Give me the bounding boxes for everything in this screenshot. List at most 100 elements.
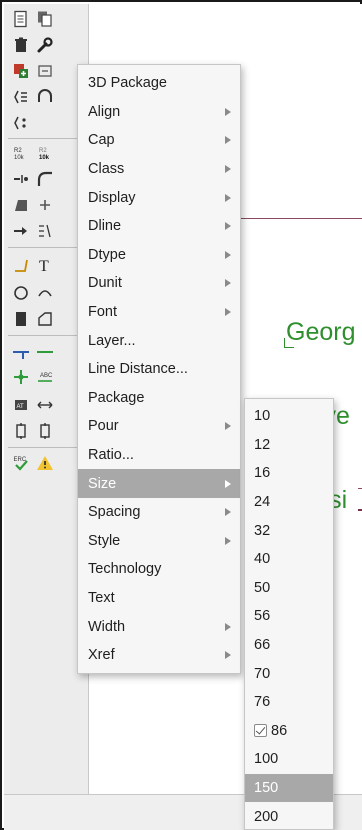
menu-item-xref[interactable]: Xref: [78, 641, 240, 670]
menu-item-size[interactable]: Size: [78, 469, 240, 498]
add-part-icon[interactable]: [10, 60, 32, 82]
submenu-arrow-icon: [225, 222, 231, 231]
size-option-10[interactable]: 10: [245, 402, 333, 431]
menu-item-label: Width: [88, 618, 126, 635]
menu-item-font[interactable]: Font: [78, 298, 240, 327]
menu-item-spacing[interactable]: Spacing: [78, 498, 240, 527]
size-option-label: 56: [254, 608, 271, 625]
menu-item-label: Cap: [88, 132, 115, 149]
attribute-icon[interactable]: AT: [10, 394, 32, 416]
menu-item-pour[interactable]: Pour: [78, 412, 240, 441]
gateswap-icon[interactable]: [34, 86, 56, 108]
miter-icon[interactable]: [34, 168, 56, 190]
junction-icon[interactable]: [10, 366, 32, 388]
mirror-icon[interactable]: [10, 168, 32, 190]
size-option-label: 200: [254, 808, 279, 825]
size-option-label: 76: [254, 694, 271, 711]
frame-icon[interactable]: [10, 420, 32, 442]
size-submenu: 10 12 16 24 32 40 50 56 66 70 76 86 100 150 200: [244, 398, 334, 830]
net-icon[interactable]: [10, 340, 32, 362]
menu-item-label: Line Distance...: [88, 361, 188, 378]
pinswap-icon[interactable]: [10, 86, 32, 108]
dimension-icon[interactable]: [34, 394, 56, 416]
size-option-70[interactable]: 70: [245, 659, 333, 688]
menu-item-layer[interactable]: Layer...: [78, 326, 240, 355]
text-icon[interactable]: T: [34, 254, 56, 276]
size-option-label: 70: [254, 665, 271, 682]
move-icon[interactable]: [10, 220, 32, 242]
bus-icon[interactable]: [34, 340, 56, 362]
split-icon[interactable]: [10, 194, 32, 216]
menu-item-label: Dline: [88, 218, 122, 235]
menu-item-dtype[interactable]: Dtype: [78, 241, 240, 270]
menu-item-dline[interactable]: Dline: [78, 212, 240, 241]
size-option-32[interactable]: 32: [245, 516, 333, 545]
svg-text:T: T: [39, 258, 49, 274]
menu-item-label: Dunit: [88, 275, 122, 292]
size-option-16[interactable]: 16: [245, 459, 333, 488]
frame2-icon[interactable]: [34, 420, 56, 442]
size-option-76[interactable]: 76: [245, 688, 333, 717]
menu-item-text[interactable]: Text: [78, 584, 240, 613]
menu-item-cap[interactable]: Cap: [78, 126, 240, 155]
add-icon[interactable]: [34, 194, 56, 216]
size-option-24[interactable]: 24: [245, 488, 333, 517]
size-option-100[interactable]: 100: [245, 745, 333, 774]
submenu-arrow-icon: [225, 479, 231, 488]
delete-icon[interactable]: [10, 34, 32, 56]
size-option-label: 32: [254, 522, 271, 539]
menu-item-label: Text: [88, 590, 115, 607]
value-label-icon[interactable]: R2 10k: [34, 142, 56, 164]
warning-icon[interactable]: [34, 452, 56, 474]
menu-item-label: Spacing: [88, 504, 141, 521]
svg-text:ABC: ABC: [40, 373, 53, 379]
change-label-icon[interactable]: R2 10k: [10, 142, 32, 164]
rect-icon[interactable]: [10, 308, 32, 330]
size-option-40[interactable]: 40: [245, 545, 333, 574]
menu-item-label: Xref: [88, 647, 115, 664]
submenu-arrow-icon: [225, 193, 231, 202]
menu-item-ratio[interactable]: Ratio...: [78, 441, 240, 470]
wrench-icon[interactable]: [34, 34, 56, 56]
svg-text:10k: 10k: [39, 155, 50, 161]
frame-border-line: [358, 509, 362, 511]
menu-item-3d-package[interactable]: 3D Package: [78, 69, 240, 98]
size-option-66[interactable]: 66: [245, 631, 333, 660]
submenu-arrow-icon: [225, 250, 231, 259]
arc-icon[interactable]: [34, 282, 56, 304]
size-option-12[interactable]: 12: [245, 431, 333, 460]
size-option-label: 100: [254, 751, 279, 768]
size-option-label: 40: [254, 551, 271, 568]
label-icon[interactable]: ABC: [34, 366, 56, 388]
submenu-arrow-icon: [225, 536, 231, 545]
menu-item-package[interactable]: Package: [78, 384, 240, 413]
wire-icon[interactable]: [10, 254, 32, 276]
menu-item-style[interactable]: Style: [78, 527, 240, 556]
circle-icon[interactable]: [10, 282, 32, 304]
polygon-icon[interactable]: [34, 308, 56, 330]
text-origin-marker: [284, 338, 294, 348]
size-option-86[interactable]: 86: [245, 717, 333, 746]
menu-item-label: Package: [88, 389, 145, 406]
replace-icon[interactable]: [34, 60, 56, 82]
toolbar-divider: [8, 138, 82, 139]
menu-item-technology[interactable]: Technology: [78, 555, 240, 584]
menu-item-align[interactable]: Align: [78, 98, 240, 127]
menu-item-label: Technology: [88, 561, 162, 578]
menu-item-class[interactable]: Class: [78, 155, 240, 184]
size-option-56[interactable]: 56: [245, 602, 333, 631]
size-option-50[interactable]: 50: [245, 574, 333, 603]
menu-item-line-distance[interactable]: Line Distance...: [78, 355, 240, 384]
copy-icon[interactable]: [34, 8, 56, 30]
menu-item-dunit[interactable]: Dunit: [78, 269, 240, 298]
size-option-200[interactable]: 200: [245, 802, 333, 830]
erc-icon[interactable]: ERC: [10, 452, 32, 474]
size-option-150[interactable]: 150: [245, 773, 333, 803]
svg-text:AT: AT: [17, 404, 25, 410]
arrange-icon[interactable]: [34, 220, 56, 242]
menu-item-width[interactable]: Width: [78, 612, 240, 641]
smash-icon[interactable]: [10, 112, 32, 134]
menu-item-display[interactable]: Display: [78, 183, 240, 212]
new-document-icon[interactable]: [10, 8, 32, 30]
submenu-arrow-icon: [225, 508, 231, 517]
